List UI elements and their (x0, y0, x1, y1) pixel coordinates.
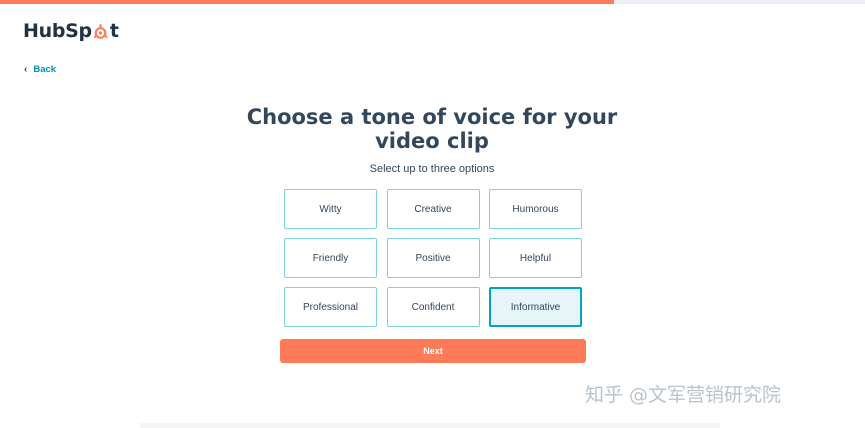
back-link[interactable]: ‹ Back (24, 64, 56, 75)
logo-text-end: t (109, 20, 119, 42)
option-informative[interactable]: Informative (489, 287, 582, 327)
watermark-text: 知乎 @文军营销研究院 (585, 384, 782, 406)
progress-track (0, 0, 865, 4)
option-professional[interactable]: Professional (284, 287, 377, 327)
page-title: Choose a tone of voice for your video cl… (246, 105, 618, 153)
page-subtitle: Select up to three options (369, 163, 495, 175)
option-confident[interactable]: Confident (386, 287, 480, 327)
option-helpful[interactable]: Helpful (489, 238, 582, 278)
option-creative[interactable]: Creative (386, 189, 480, 229)
option-witty[interactable]: Witty (284, 189, 377, 229)
sprocket-icon (92, 23, 109, 41)
hubspot-logo[interactable]: HubSp t (23, 20, 119, 42)
option-humorous[interactable]: Humorous (489, 189, 582, 229)
back-label: Back (33, 64, 57, 75)
tone-options-grid: Witty Creative Humorous Friendly Positiv… (284, 189, 582, 327)
progress-bar-fill (0, 0, 615, 4)
option-positive[interactable]: Positive (386, 238, 480, 278)
logo-text-start: HubSp (23, 20, 92, 42)
next-button[interactable]: Next (280, 339, 586, 363)
option-friendly[interactable]: Friendly (284, 238, 377, 278)
chevron-left-icon: ‹ (24, 63, 28, 75)
bottom-divider (140, 423, 720, 428)
